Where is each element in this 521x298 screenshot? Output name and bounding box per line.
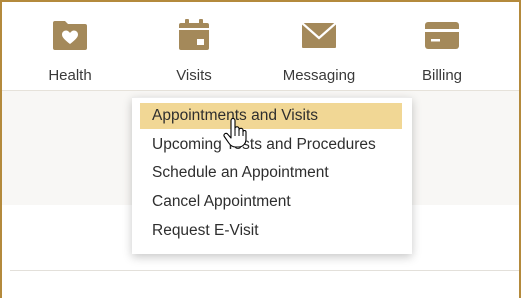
- nav-item-visits[interactable]: Visits: [148, 2, 240, 90]
- nav-label-billing: Billing: [421, 67, 463, 84]
- partially-visible-text: [152, 291, 412, 298]
- menu-item-request-evisit[interactable]: Request E-Visit: [140, 218, 402, 244]
- envelope-icon: [301, 22, 337, 48]
- top-navigation: Health Visits Messaging Billing: [2, 2, 519, 91]
- calendar-icon: [179, 19, 209, 50]
- menu-item-appointments-and-visits[interactable]: Appointments and Visits: [140, 103, 402, 129]
- nav-label-health: Health: [48, 67, 92, 84]
- menu-item-upcoming-tests[interactable]: Upcoming Tests and Procedures: [140, 132, 402, 158]
- nav-label-messaging: Messaging: [282, 67, 356, 84]
- nav-label-visits: Visits: [176, 67, 212, 84]
- app-frame: Health Visits Messaging Billing Appointm…: [0, 0, 521, 298]
- menu-item-schedule-appointment[interactable]: Schedule an Appointment: [140, 160, 402, 186]
- nav-item-health[interactable]: Health: [24, 2, 116, 90]
- folder-heart-icon: [53, 21, 87, 50]
- nav-item-billing[interactable]: Billing: [396, 2, 488, 90]
- visits-dropdown-menu: Appointments and Visits Upcoming Tests a…: [132, 97, 412, 254]
- menu-item-cancel-appointment[interactable]: Cancel Appointment: [140, 189, 402, 215]
- nav-item-messaging[interactable]: Messaging: [272, 2, 366, 90]
- credit-card-icon: [425, 22, 459, 49]
- section-divider: [10, 270, 519, 271]
